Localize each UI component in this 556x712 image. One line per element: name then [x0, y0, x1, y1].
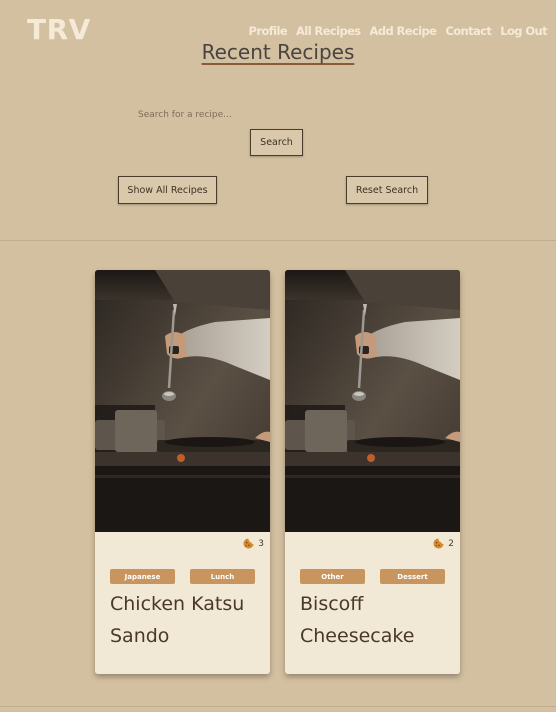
like-count-value: 3: [258, 538, 264, 549]
recipe-title[interactable]: Biscoff Cheesecake: [300, 588, 450, 652]
recipe-photo[interactable]: [95, 270, 270, 532]
recipe-tag[interactable]: Other: [300, 569, 365, 584]
nav-contact-link[interactable]: Contact: [445, 24, 492, 38]
recipe-card[interactable]: 2 Other Dessert Biscoff Cheesecake: [285, 270, 460, 674]
recipe-tag[interactable]: Dessert: [380, 569, 445, 584]
search-button[interactable]: Search: [250, 129, 303, 156]
recipe-tags: Japanese Lunch: [110, 569, 255, 584]
main-nav: Profile All Recipes Add Recipe Contact L…: [249, 24, 548, 38]
cookie-icon: [433, 538, 444, 549]
reset-search-button[interactable]: Reset Search: [346, 176, 428, 204]
like-count[interactable]: 2: [433, 538, 454, 549]
page-title-text: Recent Recipes: [201, 40, 355, 64]
recipe-tag[interactable]: Lunch: [190, 569, 255, 584]
search-input[interactable]: [134, 106, 432, 124]
section-divider: [0, 706, 556, 707]
recipe-title[interactable]: Chicken Katsu Sando: [110, 588, 260, 652]
show-all-recipes-button[interactable]: Show All Recipes: [118, 176, 217, 204]
nav-all-recipes-link[interactable]: All Recipes: [296, 24, 361, 38]
recipe-tag[interactable]: Japanese: [110, 569, 175, 584]
recipe-card[interactable]: 3 Japanese Lunch Chicken Katsu Sando: [95, 270, 270, 674]
page-title: Recent Recipes: [0, 40, 556, 64]
recipe-tags: Other Dessert: [300, 569, 445, 584]
nav-logout-link[interactable]: Log Out: [500, 24, 547, 38]
like-count-value: 2: [448, 538, 454, 549]
section-divider: [0, 240, 556, 241]
nav-add-recipe-link[interactable]: Add Recipe: [370, 24, 437, 38]
recipe-photo[interactable]: [285, 270, 460, 532]
cookie-icon: [243, 538, 254, 549]
like-count[interactable]: 3: [243, 538, 264, 549]
nav-profile-link[interactable]: Profile: [249, 24, 288, 38]
